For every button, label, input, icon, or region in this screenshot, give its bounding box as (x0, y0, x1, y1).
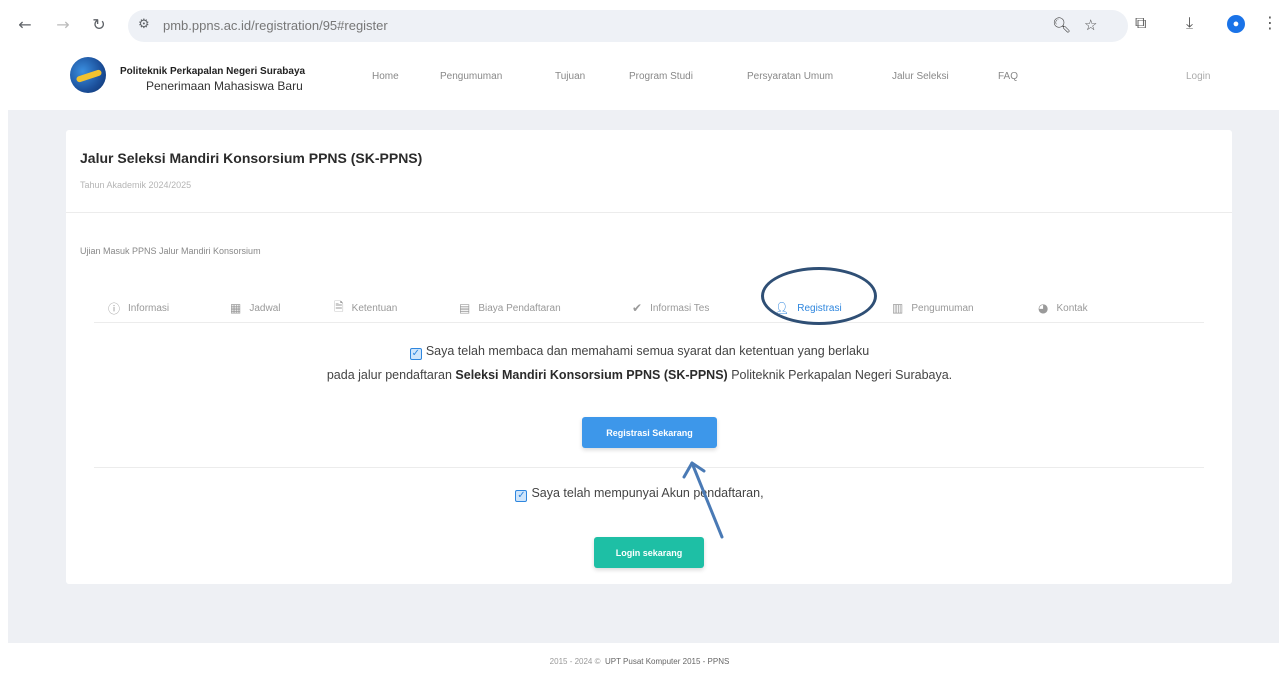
menu-icon[interactable]: ⋮ (1262, 13, 1278, 32)
user-icon: 👤︎ (774, 301, 790, 315)
tab-registrasi[interactable]: 👤︎ Registrasi (774, 299, 842, 317)
terms-checkbox[interactable]: ✓ (409, 348, 422, 360)
site-info-icon[interactable]: ⚙ (138, 17, 150, 32)
nav-jalur-seleksi[interactable]: Jalur Seleksi (892, 71, 949, 82)
login-now-button[interactable]: Login sekarang (594, 537, 704, 568)
brand-name[interactable]: Politeknik Perkapalan Negeri Surabaya (120, 66, 305, 77)
download-icon[interactable]: ⤓ (1186, 13, 1193, 33)
nav-tujuan[interactable]: Tujuan (555, 71, 585, 82)
extensions-icon[interactable]: ⧉ (1135, 13, 1146, 33)
url-text[interactable]: pmb.ppns.ac.id/registration/95#register (163, 18, 388, 33)
receipt-icon: ▤ (459, 301, 471, 315)
divider (66, 212, 1232, 213)
tab-ketentuan[interactable]: 🗎︎ Ketentuan (334, 299, 397, 317)
nav-home[interactable]: Home (372, 71, 399, 82)
announcement-icon: ▥ (892, 301, 904, 315)
login-link[interactable]: Login (1186, 71, 1210, 82)
check-icon: ✔ (632, 301, 643, 315)
profile-icon[interactable]: ● (1227, 15, 1245, 33)
forward-icon[interactable]: → (52, 13, 74, 35)
tab-informasi[interactable]: ⓘ Informasi (108, 299, 169, 317)
tab-pengumuman[interactable]: ▥ Pengumuman (892, 299, 974, 317)
nav-faq[interactable]: FAQ (998, 71, 1018, 82)
reload-icon[interactable]: ↻ (88, 13, 110, 35)
nav-program-studi[interactable]: Program Studi (629, 71, 693, 82)
document-icon: 🗎︎ (334, 299, 344, 314)
nav-pengumuman[interactable]: Pengumuman (440, 71, 502, 82)
contact-icon: ◕ (1038, 301, 1049, 315)
brand-tagline[interactable]: Penerimaan Mahasiswa Baru (146, 79, 303, 93)
zoom-icon[interactable]: 🔍︎ (1052, 16, 1071, 34)
register-now-button[interactable]: Registrasi Sekarang (582, 417, 717, 448)
footer: 2015 - 2024 © UPT Pusat Komputer 2015 - … (549, 657, 730, 666)
tabs-divider (94, 322, 1204, 323)
footer-owner[interactable]: UPT Pusat Komputer 2015 - PPNS (605, 657, 729, 666)
section-label: Ujian Masuk PPNS Jalur Mandiri Konsorsiu… (80, 246, 261, 256)
star-icon[interactable]: ☆ (1084, 16, 1097, 34)
browser-toolbar: ← → ↻ ⚙ pmb.ppns.ac.id/registration/95#r… (0, 0, 1279, 50)
calendar-icon: ▦ (230, 301, 242, 315)
academic-year: Tahun Akademik 2024/2025 (80, 180, 192, 190)
program-name: Seleksi Mandiri Konsorsium PPNS (SK-PPNS… (455, 368, 728, 382)
terms-agreement: ✓ Saya telah membaca dan memahami semua s… (409, 344, 870, 360)
account-confirmation: ✓ Saya telah mempunyai Akun pendaftaran, (515, 486, 764, 502)
tab-jadwal[interactable]: ▦ Jadwal (230, 299, 280, 317)
account-checkbox[interactable]: ✓ (515, 490, 528, 502)
divider-lower (94, 467, 1204, 468)
nav-persyaratan-umum[interactable]: Persyaratan Umum (747, 71, 833, 82)
address-bar[interactable]: ⚙ pmb.ppns.ac.id/registration/95#registe… (128, 10, 1128, 42)
tab-informasi-tes[interactable]: ✔ Informasi Tes (632, 299, 709, 317)
ppns-logo[interactable] (70, 57, 106, 93)
site-header: Politeknik Perkapalan Negeri Surabaya Pe… (0, 50, 1279, 110)
info-icon: ⓘ (108, 301, 121, 316)
tab-biaya-pendaftaran[interactable]: ▤ Biaya Pendaftaran (459, 299, 561, 317)
back-icon[interactable]: ← (14, 13, 36, 35)
tab-kontak[interactable]: ◕ Kontak (1038, 299, 1088, 317)
page-title: Jalur Seleksi Mandiri Konsorsium PPNS (S… (80, 150, 423, 166)
terms-agreement-detail: pada jalur pendaftaran Seleksi Mandiri K… (326, 368, 953, 382)
